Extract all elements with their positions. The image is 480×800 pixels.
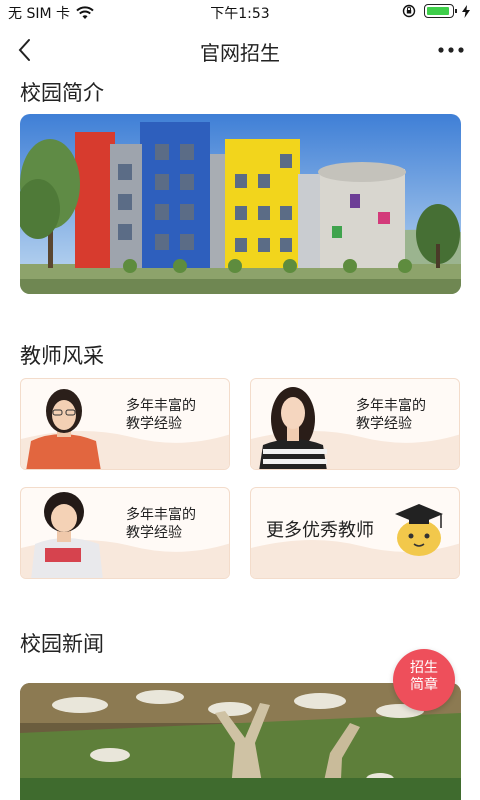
classroom-picture xyxy=(20,683,461,800)
campus-news-image[interactable] xyxy=(20,683,461,800)
charging-icon xyxy=(462,4,470,18)
campus-intro-image[interactable] xyxy=(20,114,461,294)
teachers-section-title: 教师风采 xyxy=(20,344,104,368)
teacher-caption: 多年丰富的 教学经验 xyxy=(126,506,226,542)
news-section-title: 校园新闻 xyxy=(20,632,104,656)
campus-building-picture xyxy=(20,114,461,294)
enrollment-brochure-button[interactable]: 招生 简章 xyxy=(393,649,455,711)
caption-line: 教学经验 xyxy=(356,416,412,432)
badge-line: 招生 xyxy=(410,660,438,676)
caption-line: 多年丰富的 xyxy=(356,398,426,414)
battery-icon xyxy=(424,4,457,18)
teacher-card[interactable]: 多年丰富的 教学经验 xyxy=(20,487,230,579)
teacher-card[interactable]: 多年丰富的 教学经验 xyxy=(20,378,230,470)
caption-line: 教学经验 xyxy=(126,416,182,432)
teacher-portrait xyxy=(259,387,327,469)
teacher-portrait xyxy=(26,389,101,469)
teacher-caption: 多年丰富的 教学经验 xyxy=(356,397,456,433)
more-teachers-label: 更多优秀教师 xyxy=(266,520,374,541)
page-title: 官网招生 xyxy=(200,41,280,65)
teacher-portrait xyxy=(31,492,103,578)
badge-line: 简章 xyxy=(410,677,438,693)
status-right xyxy=(402,4,470,18)
graduation-mascot-icon xyxy=(395,504,443,556)
status-bar: 无 SIM 卡 下午1:53 xyxy=(0,0,480,24)
caption-line: 多年丰富的 xyxy=(126,398,196,414)
more-dots-icon xyxy=(438,47,464,53)
caption-line: 多年丰富的 xyxy=(126,507,196,523)
teacher-caption: 多年丰富的 教学经验 xyxy=(126,397,226,433)
teacher-card[interactable]: 多年丰富的 教学经验 xyxy=(250,378,460,470)
nav-bar: 官网招生 xyxy=(0,24,480,74)
more-button[interactable] xyxy=(436,36,466,64)
rotation-lock-icon xyxy=(402,4,416,18)
more-teachers-card[interactable]: 更多优秀教师 xyxy=(250,487,460,579)
intro-section-title: 校园简介 xyxy=(20,81,104,105)
caption-line: 教学经验 xyxy=(126,525,182,541)
